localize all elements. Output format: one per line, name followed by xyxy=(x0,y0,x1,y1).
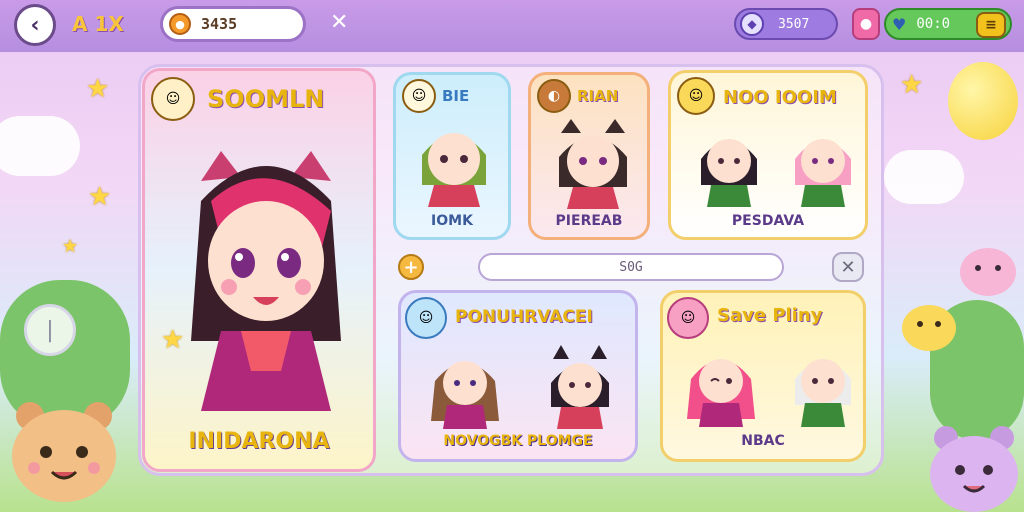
add-button[interactable]: + xyxy=(398,254,424,280)
card-avatar-icon: ☺ xyxy=(667,297,709,339)
character-chibi xyxy=(559,119,627,209)
pink-pig-creature xyxy=(960,248,1016,296)
gem-counter[interactable]: ◆ 3507 xyxy=(734,8,838,40)
star-icon: ★ xyxy=(62,236,79,257)
back-arrow-icon: ‹ xyxy=(30,12,40,38)
clear-search-button[interactable]: ✕ xyxy=(832,252,864,282)
side-scroll-button[interactable]: | xyxy=(24,304,76,356)
featured-title: SOOMLN xyxy=(207,85,325,113)
featured-character-card[interactable]: ☺ SOOMLN ★ INIDARONA xyxy=(142,68,376,472)
character-card-5[interactable]: ☺ Save Pliny NBAC xyxy=(660,290,866,462)
card-caption: IOMK xyxy=(431,213,473,229)
star-icon: ★ xyxy=(161,325,185,355)
character-card-3[interactable]: ☺ NOO IOOIM PESDAVA xyxy=(668,70,868,240)
character-card-4[interactable]: ☺ PONUHRVACEI NOVOGBK PLOMGE xyxy=(398,290,638,462)
card-caption: PIEREAB xyxy=(555,213,623,229)
timer-counter[interactable]: ♥ 00:0 ≡ xyxy=(884,8,1012,40)
card-title: PONUHRVACEI xyxy=(455,307,593,327)
card-title: NOO IOOIM xyxy=(723,87,837,108)
cloud-right xyxy=(884,150,964,204)
search-input[interactable]: S0G xyxy=(478,253,784,281)
menu-button[interactable]: ≡ xyxy=(976,12,1006,38)
gem-value: 3507 xyxy=(778,16,810,32)
coin-icon: ● xyxy=(169,13,191,35)
top-bar: ‹ A 1X ● 3435 ✕ ◆ 3507 ● ♥ 00:0 ≡ xyxy=(0,0,1024,52)
star-icon: ★ xyxy=(900,70,924,100)
game-logo: A 1X xyxy=(72,12,124,36)
card-title: BIE xyxy=(442,87,470,105)
pink-creature xyxy=(930,426,1018,512)
character-chibi-pair xyxy=(431,345,609,429)
character-chibi-pair xyxy=(687,359,851,427)
coin-value: 3435 xyxy=(201,15,238,33)
heart-icon: ♥ xyxy=(892,14,907,34)
card-caption: PESDAVA xyxy=(731,213,805,229)
gem-icon: ◆ xyxy=(740,12,764,36)
close-icon[interactable]: ✕ xyxy=(330,10,348,35)
star-icon: ★ xyxy=(88,182,112,212)
card-caption: NBAC xyxy=(741,433,785,449)
yellow-cat-creature xyxy=(902,305,956,351)
star-icon: ★ xyxy=(86,74,110,104)
coin-counter[interactable]: ● 3435 xyxy=(160,6,306,42)
card-title: RIAN xyxy=(577,87,619,105)
card-caption: NOVOGBK PLOMGE xyxy=(443,433,593,449)
energy-icon[interactable]: ● xyxy=(852,8,880,40)
character-chibi-pair xyxy=(701,139,851,207)
featured-caption: INIDARONA xyxy=(188,429,330,454)
character-card-2[interactable]: ◐ RIAN PIEREAB xyxy=(528,72,650,240)
card-avatar-icon: ☺ xyxy=(677,77,715,115)
card-avatar-icon: ◐ xyxy=(537,79,571,113)
card-avatar-icon: ☺ xyxy=(405,297,447,339)
balloon-icon xyxy=(948,62,1018,140)
card-avatar-icon: ☺ xyxy=(402,79,436,113)
card-title: Save Pliny xyxy=(717,305,823,326)
cloud-left xyxy=(0,116,80,176)
timer-value: 00:0 xyxy=(916,16,951,32)
bear-creature xyxy=(12,402,116,502)
character-card-1[interactable]: ☺ BIE IOMK xyxy=(393,72,511,240)
back-button[interactable]: ‹ xyxy=(14,4,56,46)
featured-avatar-icon: ☺ xyxy=(151,77,195,121)
character-chibi xyxy=(422,133,486,207)
featured-character-chibi xyxy=(191,151,341,411)
